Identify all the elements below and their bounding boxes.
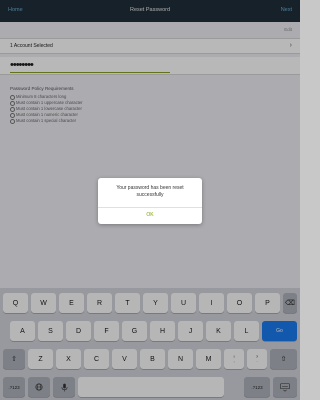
app-root: Home Reset Password Next Edit 1 Account … — [0, 0, 300, 400]
success-alert-dialog: Your password has been reset successfull… — [98, 178, 202, 224]
ok-button[interactable]: OK — [98, 209, 202, 222]
alert-divider — [98, 207, 202, 208]
alert-message: Your password has been reset successfull… — [116, 185, 184, 198]
